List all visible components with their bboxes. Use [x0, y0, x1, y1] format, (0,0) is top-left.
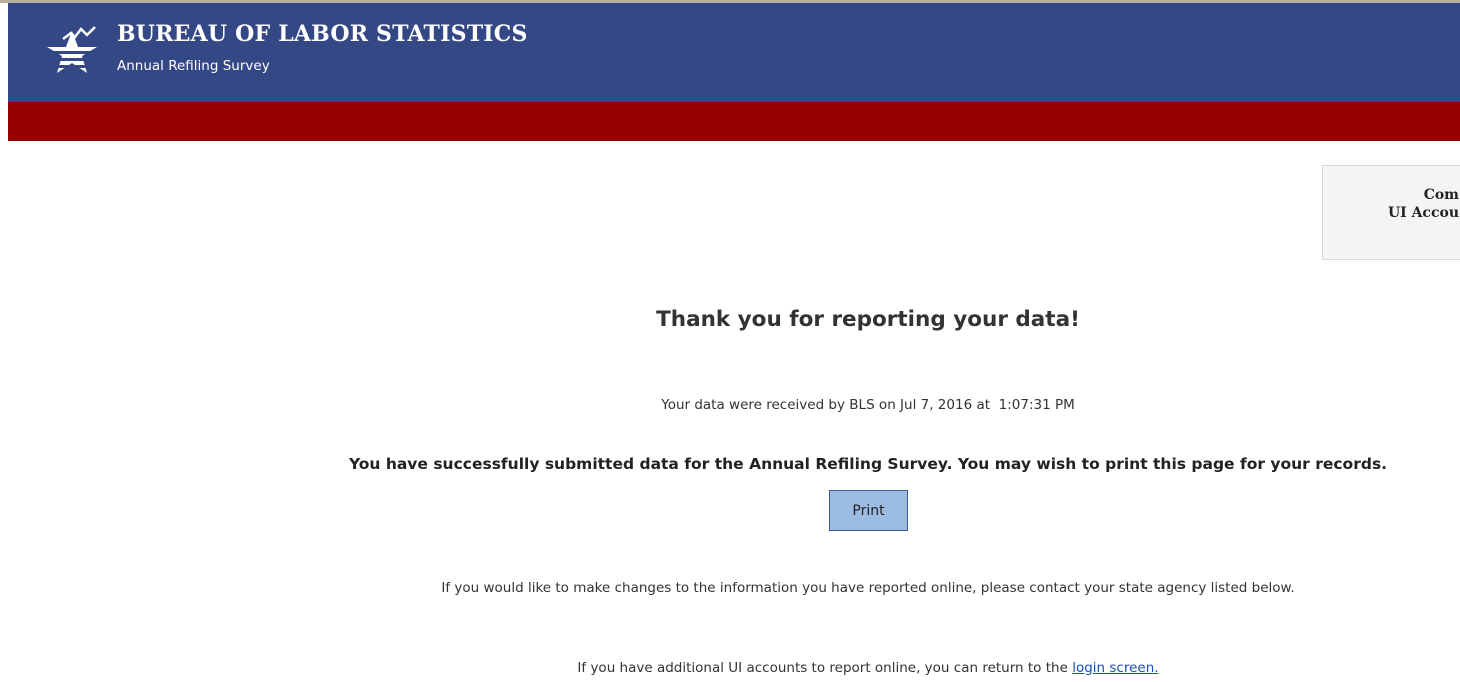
print-button[interactable]: Print — [829, 490, 908, 531]
site-header: BUREAU OF LABOR STATISTICS Annual Refili… — [8, 3, 1460, 102]
survey-subtitle: Annual Refiling Survey — [117, 58, 270, 74]
thank-you-heading: Thank you for reporting your data! — [656, 307, 1080, 332]
ui-account-box-line-2: UI Accou — [1387, 205, 1459, 221]
success-message: You have successfully submitted data for… — [348, 455, 1388, 473]
received-at: at — [976, 397, 991, 413]
received-time: 1:07:31 PM — [998, 397, 1075, 413]
changes-message: If you would like to make changes to the… — [441, 580, 1295, 596]
ui-account-box: Com UI Accou — [1322, 165, 1460, 260]
header-red-band — [8, 102, 1460, 141]
login-screen-link[interactable]: login screen. — [1072, 660, 1158, 676]
received-prefix: Your data were received by BLS on — [661, 397, 896, 413]
received-timestamp: Your data were received by BLS on Jul 7,… — [0, 397, 1460, 413]
bls-star-logo-icon — [45, 26, 101, 73]
agency-title: BUREAU OF LABOR STATISTICS — [117, 21, 528, 47]
additional-accounts-message: If you have additional UI accounts to re… — [0, 660, 1460, 676]
ui-account-box-line-1: Com — [1423, 187, 1459, 203]
additional-prefix: If you have additional UI accounts to re… — [577, 660, 1068, 676]
received-date: Jul 7, 2016 — [900, 397, 973, 413]
